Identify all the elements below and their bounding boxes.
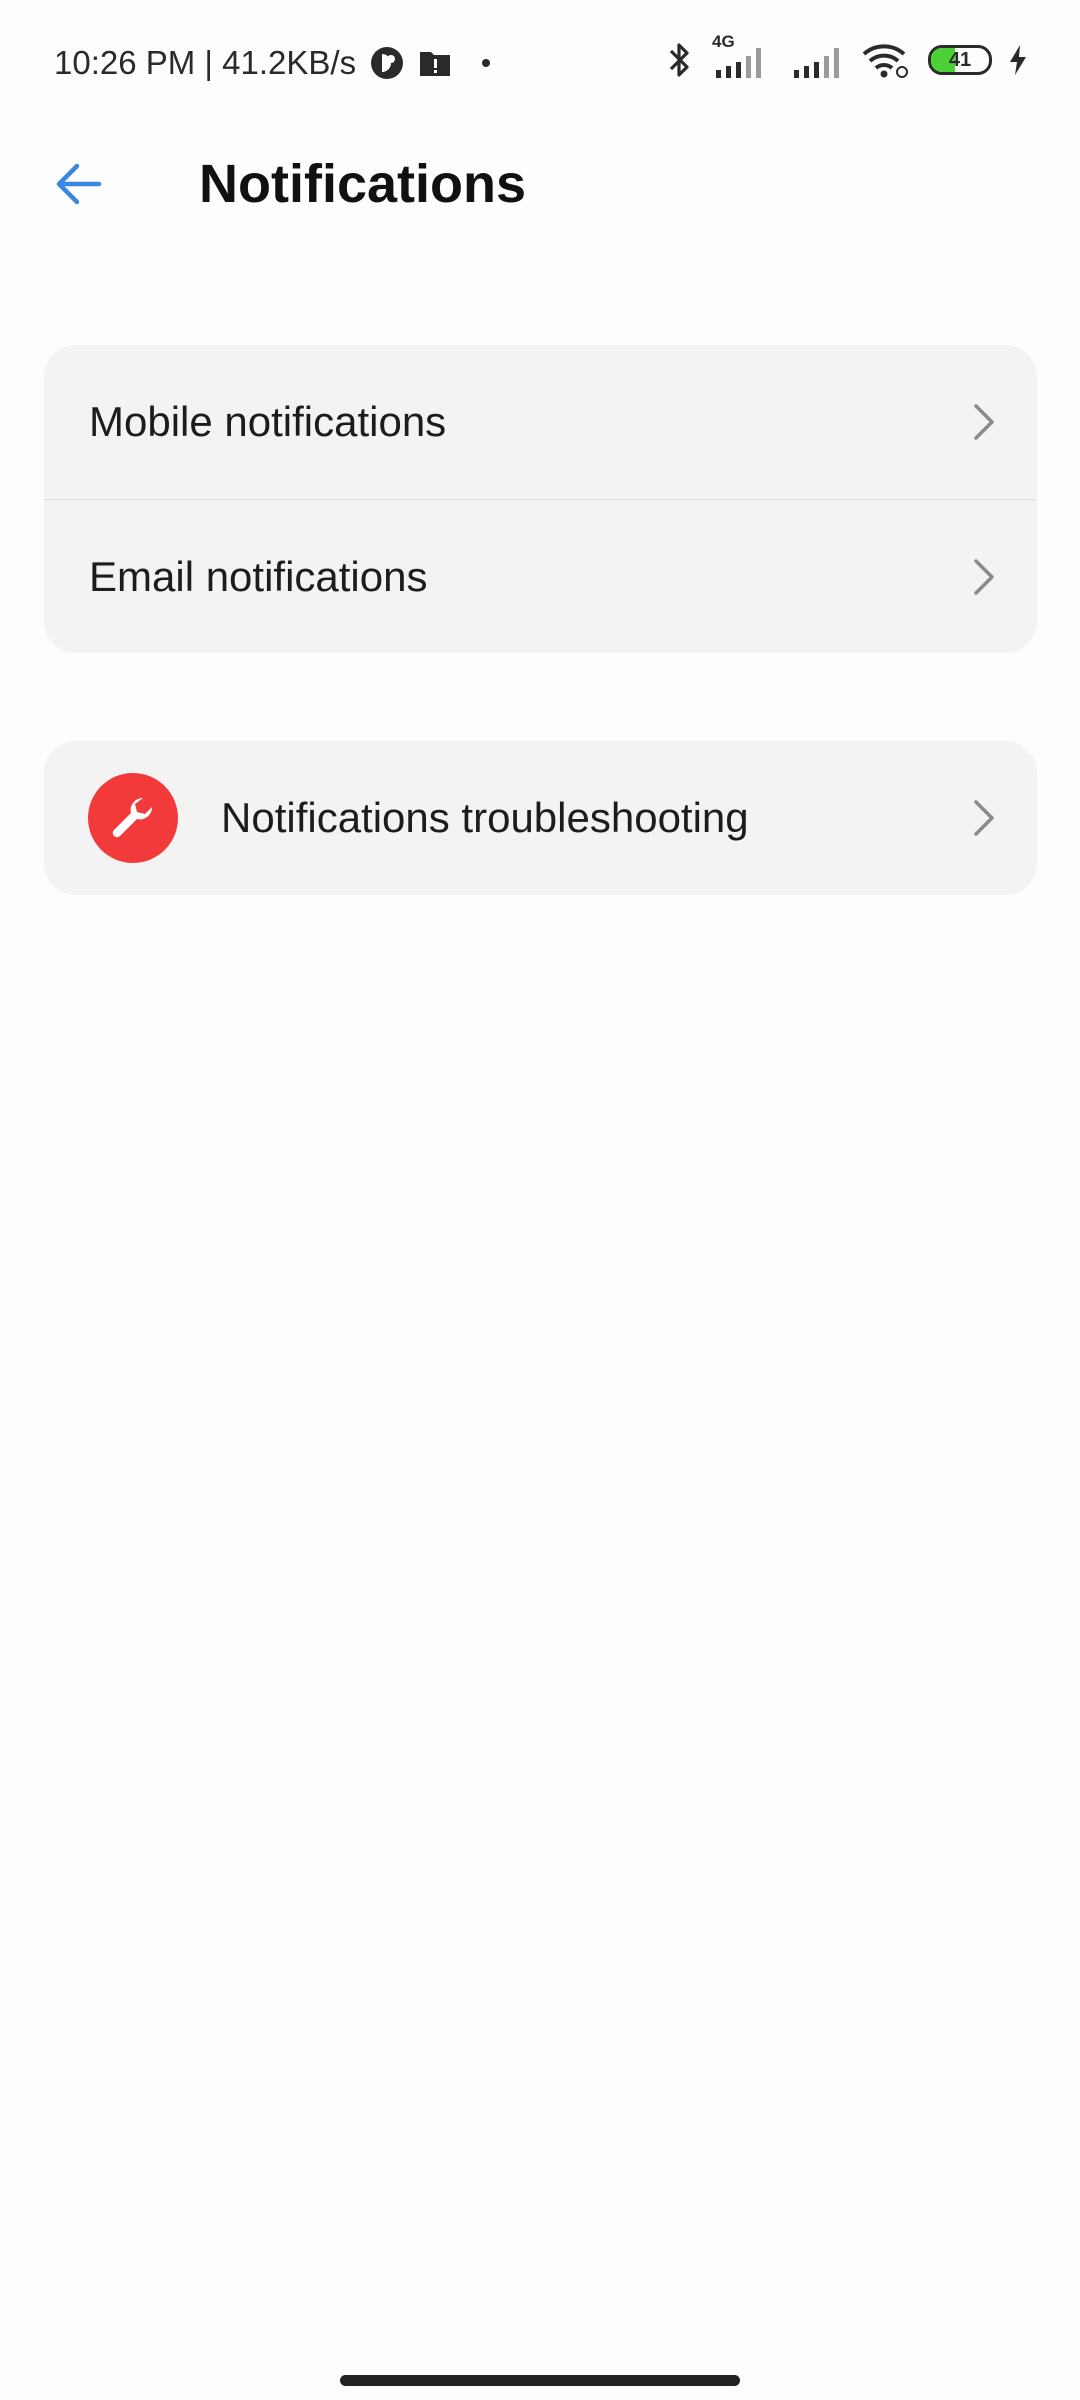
- status-bar: 10:26 PM | 41.2KB/s 4G 41: [0, 0, 1080, 130]
- chevron-right-icon: [969, 796, 999, 840]
- wrench-icon: [88, 773, 178, 863]
- dot-icon: [466, 58, 496, 68]
- header: Notifications: [0, 130, 1080, 240]
- status-left: 10:26 PM | 41.2KB/s: [54, 44, 496, 82]
- charging-icon: [1008, 44, 1028, 76]
- mobile-notifications-item[interactable]: Mobile notifications: [44, 345, 1037, 499]
- chevron-right-icon: [969, 400, 999, 444]
- app-notification-icon: [370, 46, 404, 80]
- notification-settings-group: Mobile notifications Email notifications: [44, 345, 1037, 653]
- signal-icon-2: [792, 40, 844, 80]
- notifications-troubleshooting-item[interactable]: Notifications troubleshooting: [44, 741, 1037, 895]
- bluetooth-icon: [662, 40, 696, 80]
- battery-level: 41: [948, 48, 972, 71]
- wifi-icon: [860, 40, 912, 80]
- status-time: 10:26 PM | 41.2KB/s: [54, 44, 357, 81]
- warning-folder-icon: [418, 48, 452, 78]
- home-indicator[interactable]: [340, 2375, 740, 2386]
- notifications-screen: 10:26 PM | 41.2KB/s 4G 41 Notifications …: [0, 0, 1080, 2400]
- email-notifications-label: Email notifications: [89, 552, 428, 600]
- mobile-notifications-label: Mobile notifications: [89, 398, 447, 445]
- email-notifications-item[interactable]: Email notifications: [44, 499, 1037, 653]
- battery-icon: 41: [928, 45, 992, 75]
- back-button[interactable]: [40, 146, 116, 222]
- status-right: 4G 41: [662, 32, 1028, 80]
- page-title: Notifications: [199, 154, 527, 214]
- network-type: 4G: [712, 32, 735, 51]
- signal-icon: 4G: [712, 32, 776, 80]
- troubleshooting-group: Notifications troubleshooting: [44, 741, 1037, 895]
- notifications-troubleshooting-label: Notifications troubleshooting: [221, 794, 749, 841]
- back-arrow-icon: [53, 161, 103, 207]
- chevron-right-icon: [969, 555, 999, 599]
